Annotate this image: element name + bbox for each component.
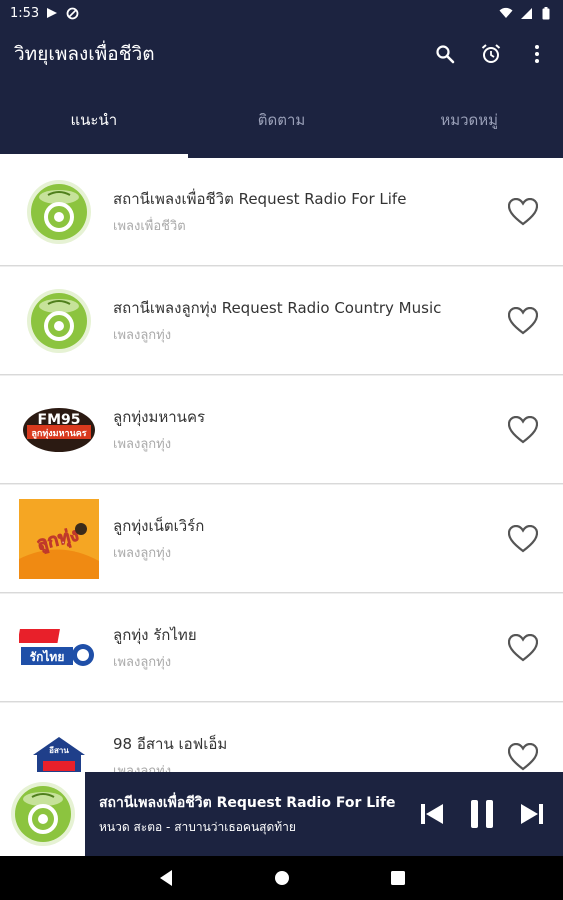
app-screen: 1:53 วิทยุเพลงเพื่อชีวิต แนะนำ ติดตาม หม… (0, 0, 563, 900)
skip-previous-icon[interactable] (415, 797, 449, 831)
app-bar: วิทยุเพลงเพื่อชีวิต (0, 26, 563, 82)
fm95-logo-subtext: ลูกทุ่งมหานคร (31, 428, 86, 439)
station-meta: สถานีเพลงลูกทุ่ง Request Radio Country M… (113, 296, 503, 345)
station-list[interactable]: สถานีเพลงเพื่อชีวิต Request Radio For Li… (0, 158, 563, 772)
raktai-logo-text: รักไทย (30, 649, 65, 664)
heart-icon[interactable] (503, 410, 543, 450)
station-category: เพลงลูกทุ่ง (113, 764, 172, 772)
station-name: สถานีเพลงเพื่อชีวิต Request Radio For Li… (113, 190, 407, 208)
pause-icon[interactable] (465, 797, 499, 831)
fm95-logo-text: FM95 (38, 412, 81, 428)
app-bar-actions (433, 42, 549, 66)
station-category: เพลงลูกทุ่ง (113, 328, 172, 343)
station-meta: ลูกทุ่งเน็ตเวิร์ก เพลงลูกทุ่ง (113, 514, 503, 563)
search-icon[interactable] (433, 42, 457, 66)
station-name: ลูกทุ่งเน็ตเวิร์ก (113, 517, 205, 535)
request-radio-logo (19, 281, 99, 361)
luktung-network-logo: ลูกทุ่ง (19, 498, 99, 579)
now-playing-info: สถานีเพลงเพื่อชีวิต Request Radio For Li… (85, 792, 415, 837)
home-icon[interactable] (268, 864, 296, 892)
mini-player[interactable]: สถานีเพลงเพื่อชีวิต Request Radio For Li… (0, 772, 563, 856)
fm95-logo: FM95 ลูกทุ่งมหานคร (19, 390, 99, 470)
heart-icon[interactable] (503, 519, 543, 559)
station-row[interactable]: สถานีเพลงลูกทุ่ง Request Radio Country M… (0, 267, 563, 375)
wifi-icon (499, 6, 513, 20)
isan-fm-logo: อีสาน (19, 717, 99, 772)
signal-icon (519, 6, 533, 20)
station-row[interactable]: อีสาน 98 อีสาน เอฟเอ็ม เพลงลูกทุ่ง (0, 703, 563, 772)
station-row[interactable]: ลูกทุ่ง ลูกทุ่งเน็ตเวิร์ก เพลงลูกทุ่ง (0, 485, 563, 593)
station-name: ลูกทุ่งมหานคร (113, 408, 206, 426)
station-category: เพลงลูกทุ่ง (113, 437, 172, 452)
heart-icon[interactable] (503, 192, 543, 232)
media-icon (45, 6, 59, 20)
station-meta: 98 อีสาน เอฟเอ็ม เพลงลูกทุ่ง (113, 732, 503, 772)
status-left: 1:53 (10, 6, 79, 21)
data-saver-icon (65, 6, 79, 20)
status-time: 1:53 (10, 5, 40, 21)
player-controls (415, 797, 563, 831)
tab-categories[interactable]: หมวดหมู่ (375, 82, 563, 158)
system-nav-bar (0, 856, 563, 900)
back-icon[interactable] (152, 864, 180, 892)
status-bar: 1:53 (0, 0, 563, 26)
now-playing-logo (0, 772, 85, 856)
station-meta: ลูกทุ่ง รักไทย เพลงลูกทุ่ง (113, 623, 503, 672)
station-meta: สถานีเพลงเพื่อชีวิต Request Radio For Li… (113, 187, 503, 236)
heart-icon[interactable] (503, 628, 543, 668)
more-options-icon[interactable] (525, 42, 549, 66)
station-name: สถานีเพลงลูกทุ่ง Request Radio Country M… (113, 299, 442, 317)
request-radio-logo (19, 172, 99, 252)
app-title: วิทยุเพลงเพื่อชีวิต (14, 43, 155, 65)
station-category: เพลงเพื่อชีวิต (113, 219, 186, 234)
tab-recommended[interactable]: แนะนำ (0, 82, 188, 158)
now-playing-title: สถานีเพลงเพื่อชีวิต Request Radio For Li… (99, 794, 396, 811)
station-row[interactable]: FM95 ลูกทุ่งมหานคร ลูกทุ่งมหานคร เพลงลูก… (0, 376, 563, 484)
battery-icon (539, 6, 553, 20)
recents-icon[interactable] (384, 864, 412, 892)
alarm-icon[interactable] (479, 42, 503, 66)
tab-following[interactable]: ติดตาม (188, 82, 376, 158)
status-right (499, 6, 553, 20)
station-name: ลูกทุ่ง รักไทย (113, 626, 197, 644)
station-meta: ลูกทุ่งมหานคร เพลงลูกทุ่ง (113, 405, 503, 454)
heart-icon[interactable] (503, 301, 543, 341)
station-row[interactable]: สถานีเพลงเพื่อชีวิต Request Radio For Li… (0, 158, 563, 266)
station-row[interactable]: รักไทย ลูกทุ่ง รักไทย เพลงลูกทุ่ง (0, 594, 563, 702)
station-category: เพลงลูกทุ่ง (113, 655, 172, 670)
station-category: เพลงลูกทุ่ง (113, 546, 172, 561)
now-playing-subtitle: หนวด สะตอ - สาบานว่าเธอคนสุดท้าย (99, 819, 296, 834)
tab-bar: แนะนำ ติดตาม หมวดหมู่ (0, 82, 563, 158)
heart-icon[interactable] (503, 737, 543, 773)
isan-logo-text: อีสาน (49, 745, 69, 755)
station-name: 98 อีสาน เอฟเอ็ม (113, 735, 228, 753)
skip-next-icon[interactable] (515, 797, 549, 831)
raktai-logo: รักไทย (19, 608, 99, 688)
